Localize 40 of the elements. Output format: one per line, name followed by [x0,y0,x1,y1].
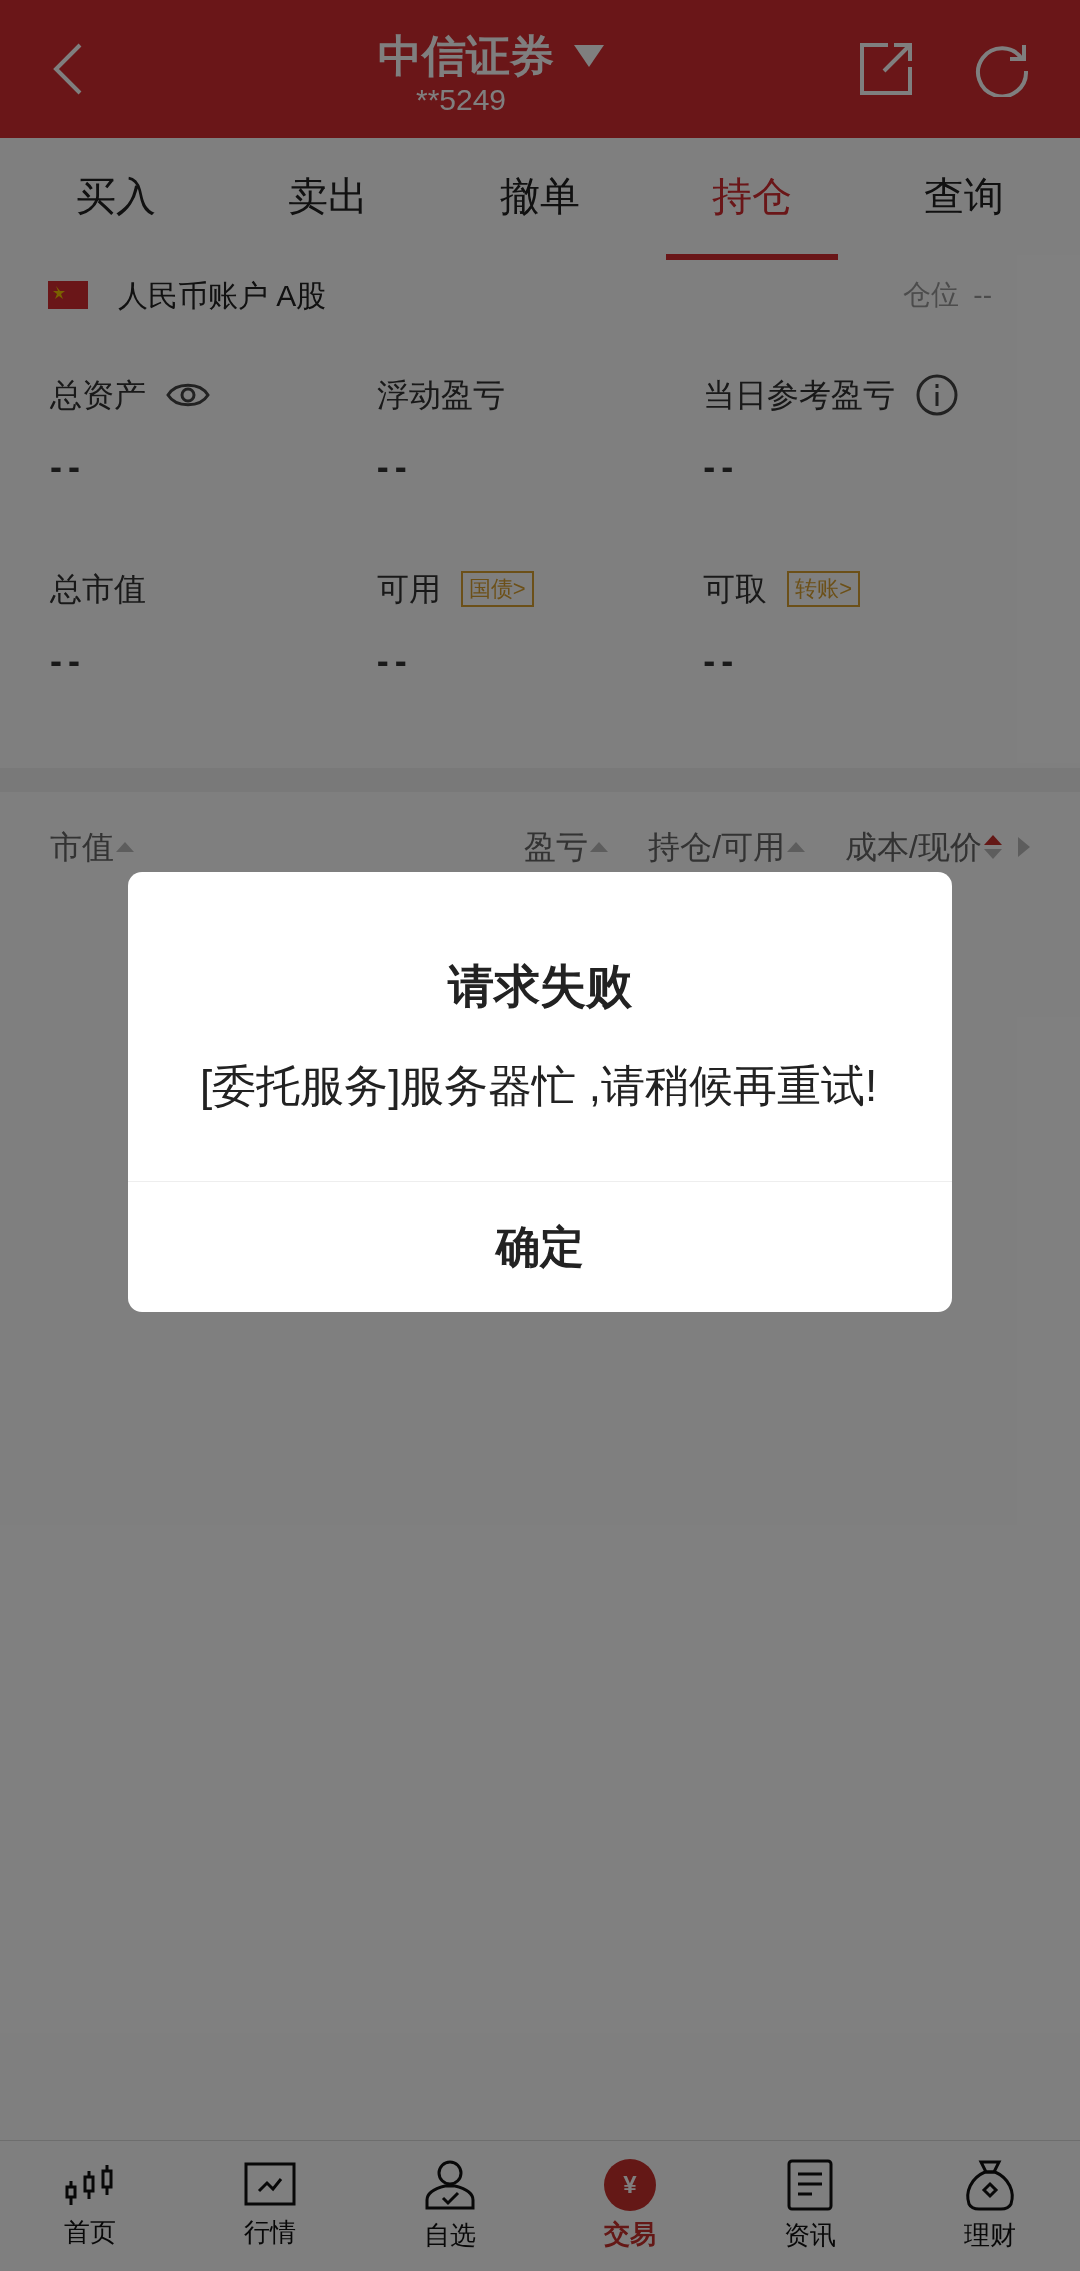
confirm-button[interactable]: 确定 [128,1182,952,1312]
tab[interactable]: 持仓 [666,138,838,260]
share-icon[interactable] [858,41,914,97]
stat-value: -- [703,445,741,489]
nav-item[interactable]: 首页 [0,2160,180,2252]
yen-icon: ¥ [604,2158,656,2211]
tab[interactable]: 卖出 [242,138,414,260]
column-header[interactable]: 市值 [50,823,114,871]
document-icon [786,2157,834,2212]
nav-item[interactable]: 理财 [900,2157,1080,2255]
info-icon[interactable] [915,373,960,417]
account-label: 人民币账户 A股 [118,277,328,314]
tab[interactable]: 买入 [30,138,202,260]
stat-label: 可取 [703,570,768,609]
position-value: -- [973,278,992,312]
column-header[interactable]: 盈亏 [524,823,589,871]
dialog-message: [委托服务]服务器忙 ,请稍候再重试! [200,1060,879,1112]
nav-item[interactable]: 资讯 [720,2157,900,2255]
scroll-right-icon [1018,837,1030,857]
china-flag-icon [48,281,88,309]
dropdown-icon[interactable] [574,45,604,67]
stat-value: -- [50,445,87,489]
nav-item[interactable]: ¥ 交易 [540,2158,720,2254]
stat-value: -- [703,639,741,683]
nav-item[interactable]: 自选 [360,2157,540,2255]
stat-value: -- [376,639,414,683]
tab[interactable]: 撤单 [454,138,626,260]
stat-value: -- [376,445,414,489]
column-header[interactable]: 成本/现价 [845,823,982,871]
column-header[interactable]: 持仓/可用 [648,823,786,871]
dialog-title: 请求失败 [446,959,633,1014]
nav-item[interactable]: 行情 [180,2160,360,2252]
stat-label: 浮动盈亏 [376,376,505,415]
stat-label: 当日参考盈亏 [703,376,896,415]
tab[interactable]: 查询 [878,138,1050,260]
chart-icon [243,2160,297,2209]
stat-label: 总资产 [50,376,146,415]
stat-label: 可用 [376,570,441,609]
stat-label: 总市值 [50,570,146,609]
stat-value: -- [50,639,87,683]
